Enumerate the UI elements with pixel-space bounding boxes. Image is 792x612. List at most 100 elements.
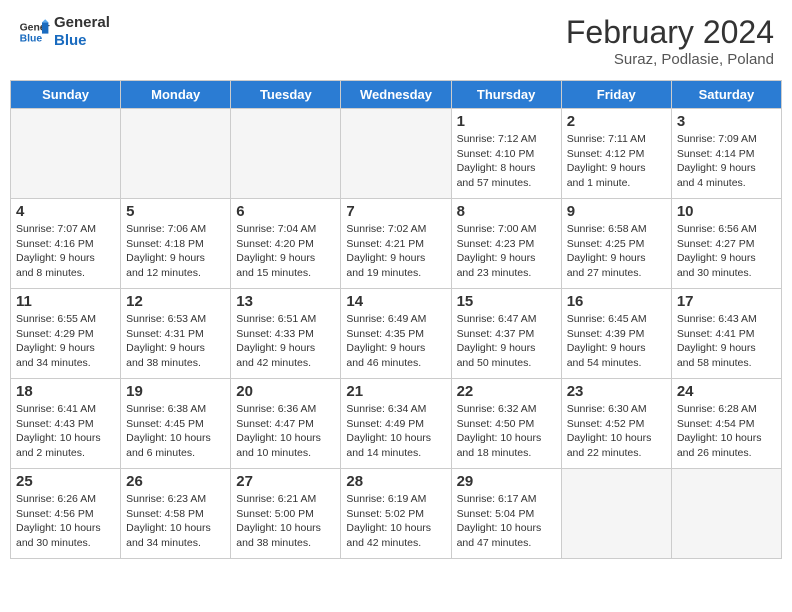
day-number: 10 xyxy=(677,203,776,220)
calendar-cell: 21 Sunrise: 6:34 AMSunset: 4:49 PMDayligh… xyxy=(341,379,451,469)
calendar-cell: 22 Sunrise: 6:32 AMSunset: 4:50 PMDayligh… xyxy=(451,379,561,469)
calendar-cell xyxy=(121,109,231,199)
weekday-header-thursday: Thursday xyxy=(451,81,561,109)
day-info: Sunrise: 6:56 AMSunset: 4:27 PMDaylight:… xyxy=(677,222,776,281)
day-info: Sunrise: 6:49 AMSunset: 4:35 PMDaylight:… xyxy=(346,312,445,371)
day-info: Sunrise: 7:12 AMSunset: 4:10 PMDaylight:… xyxy=(457,132,556,191)
day-number: 6 xyxy=(236,203,335,220)
day-number: 25 xyxy=(16,473,115,490)
calendar-cell: 18 Sunrise: 6:41 AMSunset: 4:43 PMDayligh… xyxy=(11,379,121,469)
day-info: Sunrise: 6:53 AMSunset: 4:31 PMDaylight:… xyxy=(126,312,225,371)
day-info: Sunrise: 7:04 AMSunset: 4:20 PMDaylight:… xyxy=(236,222,335,281)
day-number: 28 xyxy=(346,473,445,490)
day-number: 14 xyxy=(346,293,445,310)
calendar-week-4: 18 Sunrise: 6:41 AMSunset: 4:43 PMDayligh… xyxy=(11,379,782,469)
day-info: Sunrise: 6:51 AMSunset: 4:33 PMDaylight:… xyxy=(236,312,335,371)
weekday-header-friday: Friday xyxy=(561,81,671,109)
calendar-week-5: 25 Sunrise: 6:26 AMSunset: 4:56 PMDayligh… xyxy=(11,469,782,559)
day-number: 18 xyxy=(16,383,115,400)
calendar-cell: 2 Sunrise: 7:11 AMSunset: 4:12 PMDaylight… xyxy=(561,109,671,199)
calendar-cell xyxy=(231,109,341,199)
calendar-cell: 28 Sunrise: 6:19 AMSunset: 5:02 PMDayligh… xyxy=(341,469,451,559)
day-info: Sunrise: 6:32 AMSunset: 4:50 PMDaylight:… xyxy=(457,402,556,461)
calendar-cell: 29 Sunrise: 6:17 AMSunset: 5:04 PMDayligh… xyxy=(451,469,561,559)
day-info: Sunrise: 7:00 AMSunset: 4:23 PMDaylight:… xyxy=(457,222,556,281)
calendar-cell: 13Sunrise: 6:51 AMSunset: 4:33 PMDayligh… xyxy=(231,289,341,379)
day-number: 24 xyxy=(677,383,776,400)
calendar-cell: 26 Sunrise: 6:23 AMSunset: 4:58 PMDayligh… xyxy=(121,469,231,559)
calendar-cell: 3 Sunrise: 7:09 AMSunset: 4:14 PMDaylight… xyxy=(671,109,781,199)
calendar-cell: 25 Sunrise: 6:26 AMSunset: 4:56 PMDayligh… xyxy=(11,469,121,559)
day-info: Sunrise: 7:06 AMSunset: 4:18 PMDaylight:… xyxy=(126,222,225,281)
day-info: Sunrise: 6:17 AMSunset: 5:04 PMDaylight:… xyxy=(457,492,556,551)
day-number: 23 xyxy=(567,383,666,400)
svg-text:Blue: Blue xyxy=(20,34,43,45)
logo: General Blue General Blue xyxy=(18,14,110,50)
day-number: 12 xyxy=(126,293,225,310)
calendar-cell xyxy=(11,109,121,199)
day-info: Sunrise: 7:07 AMSunset: 4:16 PMDaylight:… xyxy=(16,222,115,281)
calendar-cell: 1 Sunrise: 7:12 AMSunset: 4:10 PMDaylight… xyxy=(451,109,561,199)
logo-general-text: General xyxy=(54,14,110,32)
calendar-cell: 19 Sunrise: 6:38 AMSunset: 4:45 PMDayligh… xyxy=(121,379,231,469)
day-info: Sunrise: 6:19 AMSunset: 5:02 PMDaylight:… xyxy=(346,492,445,551)
calendar-cell: 15 Sunrise: 6:47 AMSunset: 4:37 PMDayligh… xyxy=(451,289,561,379)
day-number: 11 xyxy=(16,293,115,310)
day-number: 9 xyxy=(567,203,666,220)
calendar-cell: 23Sunrise: 6:30 AMSunset: 4:52 PMDayligh… xyxy=(561,379,671,469)
weekday-header-sunday: Sunday xyxy=(11,81,121,109)
calendar-cell: 20 Sunrise: 6:36 AMSunset: 4:47 PMDayligh… xyxy=(231,379,341,469)
day-info: Sunrise: 7:09 AMSunset: 4:14 PMDaylight:… xyxy=(677,132,776,191)
day-info: Sunrise: 6:36 AMSunset: 4:47 PMDaylight:… xyxy=(236,402,335,461)
day-number: 20 xyxy=(236,383,335,400)
day-info: Sunrise: 6:28 AMSunset: 4:54 PMDaylight:… xyxy=(677,402,776,461)
day-info: Sunrise: 6:26 AMSunset: 4:56 PMDaylight:… xyxy=(16,492,115,551)
day-number: 1 xyxy=(457,113,556,130)
day-info: Sunrise: 6:43 AMSunset: 4:41 PMDaylight:… xyxy=(677,312,776,371)
day-number: 21 xyxy=(346,383,445,400)
calendar-cell xyxy=(671,469,781,559)
day-info: Sunrise: 6:38 AMSunset: 4:45 PMDaylight:… xyxy=(126,402,225,461)
calendar-cell: 16 Sunrise: 6:45 AMSunset: 4:39 PMDayligh… xyxy=(561,289,671,379)
day-number: 29 xyxy=(457,473,556,490)
day-number: 2 xyxy=(567,113,666,130)
calendar-week-2: 4 Sunrise: 7:07 AMSunset: 4:16 PMDaylight… xyxy=(11,199,782,289)
day-info: Sunrise: 6:21 AMSunset: 5:00 PMDaylight:… xyxy=(236,492,335,551)
calendar-week-1: 1 Sunrise: 7:12 AMSunset: 4:10 PMDaylight… xyxy=(11,109,782,199)
day-number: 15 xyxy=(457,293,556,310)
day-number: 26 xyxy=(126,473,225,490)
day-number: 16 xyxy=(567,293,666,310)
day-number: 7 xyxy=(346,203,445,220)
calendar-cell: 7 Sunrise: 7:02 AMSunset: 4:21 PMDaylight… xyxy=(341,199,451,289)
day-number: 27 xyxy=(236,473,335,490)
day-number: 19 xyxy=(126,383,225,400)
day-info: Sunrise: 7:02 AMSunset: 4:21 PMDaylight:… xyxy=(346,222,445,281)
title-area: February 2024 Suraz, Podlasie, Poland xyxy=(566,14,774,68)
weekday-header-tuesday: Tuesday xyxy=(231,81,341,109)
weekday-header-monday: Monday xyxy=(121,81,231,109)
day-info: Sunrise: 7:11 AMSunset: 4:12 PMDaylight:… xyxy=(567,132,666,191)
weekday-header-saturday: Saturday xyxy=(671,81,781,109)
calendar-cell: 6 Sunrise: 7:04 AMSunset: 4:20 PMDaylight… xyxy=(231,199,341,289)
calendar-cell: 5 Sunrise: 7:06 AMSunset: 4:18 PMDaylight… xyxy=(121,199,231,289)
day-info: Sunrise: 6:58 AMSunset: 4:25 PMDaylight:… xyxy=(567,222,666,281)
calendar-cell: 10 Sunrise: 6:56 AMSunset: 4:27 PMDayligh… xyxy=(671,199,781,289)
calendar-cell: 4 Sunrise: 7:07 AMSunset: 4:16 PMDaylight… xyxy=(11,199,121,289)
day-number: 3 xyxy=(677,113,776,130)
day-info: Sunrise: 6:45 AMSunset: 4:39 PMDaylight:… xyxy=(567,312,666,371)
day-number: 22 xyxy=(457,383,556,400)
calendar-cell: 24 Sunrise: 6:28 AMSunset: 4:54 PMDayligh… xyxy=(671,379,781,469)
calendar-cell xyxy=(341,109,451,199)
day-number: 8 xyxy=(457,203,556,220)
day-info: Sunrise: 6:41 AMSunset: 4:43 PMDaylight:… xyxy=(16,402,115,461)
calendar-cell: 14 Sunrise: 6:49 AMSunset: 4:35 PMDayligh… xyxy=(341,289,451,379)
day-info: Sunrise: 6:34 AMSunset: 4:49 PMDaylight:… xyxy=(346,402,445,461)
day-number: 5 xyxy=(126,203,225,220)
logo-icon: General Blue xyxy=(18,16,50,48)
calendar-cell xyxy=(561,469,671,559)
day-info: Sunrise: 6:47 AMSunset: 4:37 PMDaylight:… xyxy=(457,312,556,371)
day-info: Sunrise: 6:23 AMSunset: 4:58 PMDaylight:… xyxy=(126,492,225,551)
calendar-cell: 17Sunrise: 6:43 AMSunset: 4:41 PMDayligh… xyxy=(671,289,781,379)
calendar-cell: 12 Sunrise: 6:53 AMSunset: 4:31 PMDayligh… xyxy=(121,289,231,379)
day-number: 4 xyxy=(16,203,115,220)
